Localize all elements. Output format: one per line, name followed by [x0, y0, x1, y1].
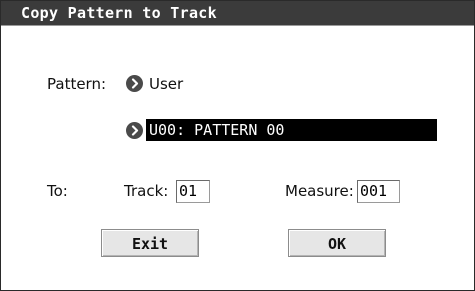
- pattern-select-field[interactable]: U00: PATTERN 00: [146, 119, 437, 141]
- pattern-label: Pattern:: [47, 75, 107, 93]
- measure-field[interactable]: 001: [357, 180, 400, 203]
- measure-value: 001: [360, 182, 388, 200]
- exit-button[interactable]: Exit: [101, 229, 199, 257]
- dialog-titlebar: Copy Pattern to Track: [1, 1, 474, 25]
- track-label: Track:: [124, 182, 169, 200]
- pattern-select-popup-icon[interactable]: [126, 122, 143, 139]
- to-label: To:: [47, 182, 68, 200]
- pattern-bank-popup-icon[interactable]: [126, 75, 143, 92]
- copy-pattern-dialog: Copy Pattern to Track Pattern: User U00:…: [0, 0, 475, 291]
- titlebar-divider: [1, 25, 474, 26]
- dialog-title: Copy Pattern to Track: [21, 4, 217, 22]
- pattern-bank-value[interactable]: User: [149, 74, 183, 94]
- chevron-right-icon: [131, 125, 139, 136]
- ok-button[interactable]: OK: [288, 229, 386, 257]
- track-field[interactable]: 01: [176, 180, 210, 203]
- track-value: 01: [179, 182, 198, 200]
- chevron-right-icon: [131, 78, 139, 89]
- measure-label: Measure:: [285, 182, 354, 200]
- pattern-select-value: U00: PATTERN 00: [149, 121, 285, 139]
